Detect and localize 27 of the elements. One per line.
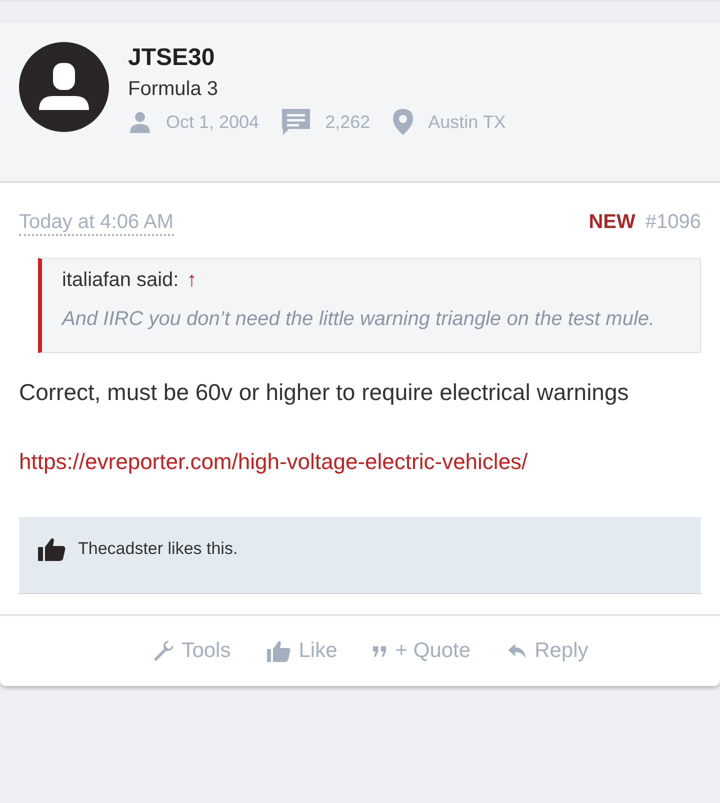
tools-button[interactable]: Tools [152,639,231,663]
thumbs-up-icon [266,640,291,662]
quote-author: italiafan said: [62,269,179,292]
jump-to-quote-link[interactable]: ↑ [186,269,197,292]
map-pin-icon [392,108,414,136]
quote-text: And IIRC you don’t need the little warning triangle on the test mule. [62,307,656,332]
post-link[interactable]: https://evreporter.com/high-voltage-electric-vehicles/ [19,449,528,475]
username-link[interactable]: JTSE30 [128,44,215,72]
post-text: Correct, must be 60v or higher to require electrical warnings [19,378,630,407]
speech-bubble-icon [281,107,312,137]
reply-arrow-icon [506,643,527,659]
location-text: Austin TX [428,112,506,132]
like-button[interactable]: Like [266,639,338,663]
quotation-mark-icon [373,646,388,656]
user-title: Formula 3 [128,78,218,101]
thumbs-up-icon [38,537,66,561]
avatar-icon[interactable] [19,42,109,132]
join-date: Oct 1, 2004 [166,112,260,132]
message-count: 2,262 [325,112,370,132]
new-label: NEW [588,211,636,233]
quote-button[interactable]: + Quote [373,639,471,663]
wrench-icon [152,640,174,662]
likes-text: Thecadster likes this. [78,539,238,559]
post-number-link[interactable]: #1096 [645,211,701,233]
person-icon [128,110,152,134]
reply-button[interactable]: Reply [506,639,588,663]
post-time-link[interactable]: Today at 4:06 AM [19,211,174,236]
